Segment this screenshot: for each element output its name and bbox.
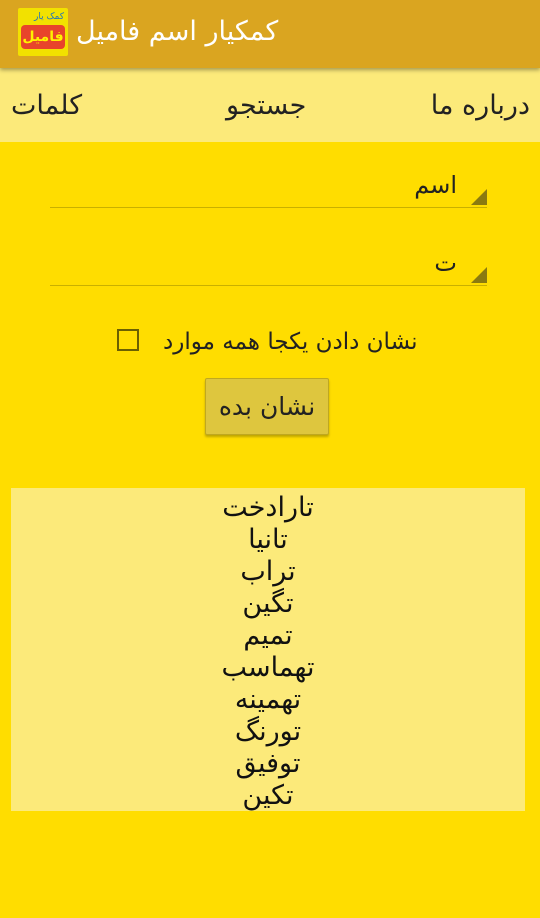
result-item: تکین [242,780,294,811]
result-item: تارادخت [222,492,314,523]
show-button[interactable]: نشان بده [205,378,329,435]
result-item: تراب [240,556,296,587]
app-title: کمکیار اسم فامیل [76,16,279,47]
dropdown-triangle-icon [471,189,487,205]
result-item: تورنگ [234,716,302,747]
result-item: تگین [242,588,294,619]
category-spinner-value: اسم [414,171,457,199]
app-logo-text: فامیل [21,25,65,49]
app-logo: کمک یار فامیل [18,8,68,56]
app-logo-subtext: کمک یار [34,12,64,22]
dropdown-triangle-icon [471,267,487,283]
result-item: تانیا [248,524,288,555]
category-spinner[interactable]: اسم [50,167,487,208]
result-item: تهمینه [234,684,302,715]
app-bar: کمک یار فامیل کمکیار اسم فامیل [0,0,540,68]
show-all-label[interactable]: نشان دادن یکجا همه موارد [163,324,417,360]
tab-about[interactable]: درباره ما [431,86,530,126]
results-list: تارادخت تانیا تراب تگین تمیم تهماسب تهمینه تورن… [11,488,525,811]
tab-search[interactable]: جستجو [226,86,306,126]
tab-words[interactable]: کلمات [11,86,82,126]
result-item: تمیم [243,620,293,651]
result-item: تهماسب [221,652,315,683]
show-all-row: نشان دادن یکجا همه موارد [117,324,437,360]
letter-spinner[interactable]: ت [50,245,487,286]
results-ul: تارادخت تانیا تراب تگین تمیم تهماسب تهمینه تورن… [11,488,525,812]
letter-spinner-value: ت [434,249,457,277]
result-item: توفیق [235,748,301,779]
tab-bar: کلمات جستجو درباره ما [0,68,540,142]
show-all-checkbox[interactable] [117,329,139,351]
